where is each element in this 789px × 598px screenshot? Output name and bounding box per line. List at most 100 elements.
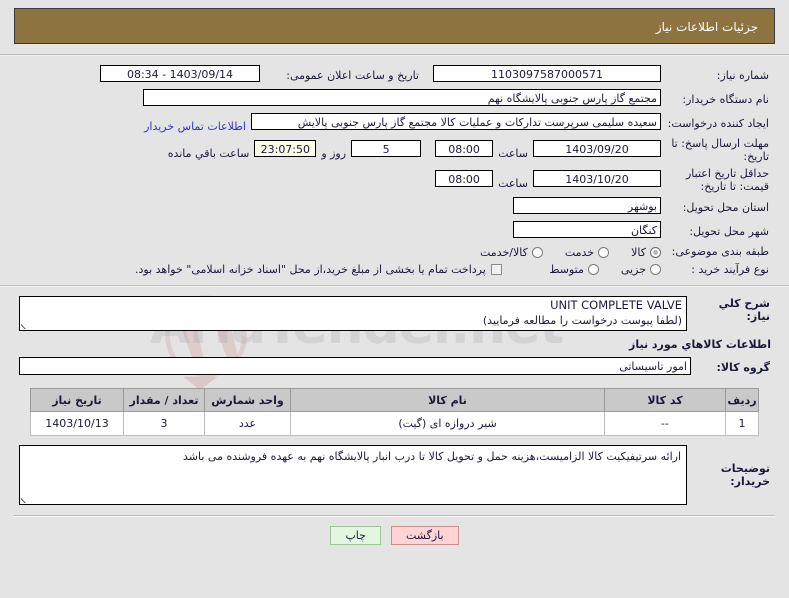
countdown-field: 23:07:50 — [254, 140, 317, 157]
creator-label: ایجاد کننده درخواست: — [667, 116, 769, 130]
goods-group-label: گروه کالا: — [716, 361, 770, 374]
cell-name: شیر دروازه ای (گیت) — [290, 411, 605, 436]
row-reply-deadline: مهلت ارسال پاسخ: تا تاریخ: 1403/09/20 ساع… — [18, 135, 771, 165]
radio-icon[interactable] — [650, 264, 661, 275]
form-grid: شماره نیاز: 1103097587000571 تاریخ و ساع… — [18, 63, 771, 278]
cell-need-date: 1403/10/13 — [30, 411, 124, 436]
process-option-motevaset-label: متوسط — [549, 263, 584, 276]
reply-deadline-time-label: ساعت — [498, 147, 528, 160]
process-option-jozi-label: جزیی — [620, 263, 646, 276]
column-header-unit: واحد شمارش — [204, 388, 291, 412]
description-row: شرح کلي نیاز: UNIT COMPLETE VALVE (لطفا … — [18, 295, 771, 332]
process-type-label: نوع فرآیند خرید : — [691, 262, 769, 276]
print-button[interactable]: چاپ — [330, 526, 381, 545]
price-validity-label: حداقل تاریخ اعتبار قیمت: تا تاریخ: — [685, 167, 769, 193]
radio-icon[interactable] — [531, 246, 543, 258]
reply-deadline-cell: 1403/09/20 ساعت 08:00 5 روز و 23:07:50 ساعت با… — [18, 135, 663, 165]
public-announce-field[interactable]: 1403/09/14 - 08:34 — [100, 65, 260, 82]
need-number-cell: 1103097587000571 — [427, 63, 663, 87]
cell-qty: 3 — [123, 411, 205, 436]
buyer-notes-row: توضیحات خریدار: ارائه سرتیفیکیت کالا الز… — [18, 444, 771, 506]
process-option-jozi[interactable]: جزیی — [621, 263, 661, 276]
goods-group-section: گروه کالا: امور تاسیساتی — [0, 351, 789, 379]
category-option-kala-khedmat[interactable]: کالا/خدمت — [480, 246, 543, 259]
buyer-org-cell: مجتمع گاز پارس جنوبی پالایشگاه نهم — [18, 87, 663, 111]
category-option-kala-label: کالا — [631, 245, 646, 259]
process-type-radio-group: جزیی متوسط — [527, 263, 661, 276]
description-line-en: UNIT COMPLETE VALVE — [550, 298, 682, 312]
cell-code: -- — [604, 411, 726, 436]
radio-icon[interactable] — [598, 246, 610, 258]
treasury-checkbox[interactable] — [490, 263, 502, 275]
radio-icon-selected[interactable] — [650, 246, 661, 258]
creator-field[interactable]: سعیده سلیمی سرپرست تدارکات و عملیات کالا… — [251, 113, 661, 130]
public-announce-label: تاریخ و ساعت اعلان عمومی: — [286, 68, 419, 82]
back-button[interactable]: بازگشت — [390, 526, 459, 545]
description-line-fa: (لطفا پیوست درخواست را مطالعه فرمایید) — [482, 314, 682, 327]
row-city: شهر محل تحویل: کنگان — [18, 219, 771, 243]
buyer-notes-cell: ارائه سرتیفیکیت کالا الزامیست،هزینه حمل … — [18, 444, 688, 506]
items-header-row: ردیف کد کالا نام کالا واحد شمارش تعداد /… — [30, 388, 759, 412]
row-price-validity: حداقل تاریخ اعتبار قیمت: تا تاریخ: 1403/… — [18, 165, 771, 195]
radio-icon[interactable] — [587, 264, 599, 275]
buyer-notes-grid: توضیحات خریدار: ارائه سرتیفیکیت کالا الز… — [18, 444, 771, 506]
row-buyer-org: نام دستگاه خریدار: مجتمع گاز پارس جنوبی … — [18, 87, 771, 111]
creator-cell: سعیده سلیمی سرپرست تدارکات و عملیات کالا… — [18, 111, 663, 135]
countdown-label: ساعت باقي مانده — [167, 147, 250, 160]
province-label: استان محل تحویل: — [682, 200, 769, 214]
province-field[interactable]: بوشهر — [513, 197, 661, 214]
remaining-days-label: روز و — [321, 147, 347, 160]
goods-group-cell: امور تاسیساتی — [18, 356, 692, 379]
buyer-notes-textarea[interactable]: ارائه سرتیفیکیت کالا الزامیست،هزینه حمل … — [19, 445, 687, 505]
goods-section-title: اطلاعات کالاهاي مورد نیاز — [629, 338, 771, 351]
buyer-org-field[interactable]: مجتمع گاز پارس جنوبی پالایشگاه نهم — [143, 89, 661, 106]
category-label: طبقه بندی موضوعی: — [671, 245, 769, 259]
items-table-container: ردیف کد کالا نام کالا واحد شمارش تعداد /… — [0, 379, 789, 436]
column-header-qty: تعداد / مقدار — [123, 388, 205, 412]
row-need-number: شماره نیاز: 1103097587000571 تاریخ و ساع… — [18, 63, 771, 87]
cell-radif: 1 — [725, 411, 759, 436]
reply-deadline-label: مهلت ارسال پاسخ: تا تاریخ: — [671, 137, 769, 163]
city-label: شهر محل تحویل: — [689, 224, 769, 238]
category-option-kala[interactable]: کالا — [631, 246, 661, 259]
city-field[interactable]: کنگان — [513, 221, 661, 238]
city-cell: کنگان — [18, 219, 663, 243]
resize-handle-icon[interactable] — [21, 320, 30, 329]
items-table-head: ردیف کد کالا نام کالا واحد شمارش تعداد /… — [30, 388, 759, 412]
category-radio-group: کالا خدمت کالا/خدمت — [458, 245, 661, 259]
process-option-motevaset[interactable]: متوسط — [549, 263, 599, 276]
category-option-kala-khedmat-label: کالا/خدمت — [480, 245, 528, 259]
row-process-type: نوع فرآیند خرید : جزیی متوسط پرداخت تمام … — [18, 261, 771, 279]
need-number-field[interactable]: 1103097587000571 — [433, 65, 661, 82]
category-option-khedmat[interactable]: خدمت — [564, 245, 610, 259]
description-section: شرح کلي نیاز: UNIT COMPLETE VALVE (لطفا … — [0, 287, 789, 332]
row-category: طبقه بندی موضوعی: کالا خدمت کالا/خدمت — [18, 243, 771, 261]
goods-group-grid: گروه کالا: امور تاسیساتی — [18, 356, 771, 379]
header-container: جزئیات اطلاعات نیاز — [0, 0, 789, 44]
buyer-contact-link[interactable]: اطلاعات تماس خریدار — [139, 120, 251, 133]
resize-handle-icon[interactable] — [21, 494, 30, 503]
remaining-days-field: 5 — [351, 140, 422, 157]
column-header-date: تاریخ نیاز — [30, 388, 124, 412]
price-validity-cell: 1403/10/20 ساعت 08:00 — [18, 165, 663, 195]
price-validity-date-field[interactable]: 1403/10/20 — [533, 170, 661, 187]
description-cell: UNIT COMPLETE VALVE (لطفا پیوست درخواست … — [18, 295, 688, 332]
buyer-org-label: نام دستگاه خریدار: — [682, 92, 769, 106]
page-title: جزئیات اطلاعات نیاز — [14, 8, 775, 44]
column-header-code: کد کالا — [604, 388, 726, 412]
goods-group-row: گروه کالا: امور تاسیساتی — [18, 356, 771, 379]
description-grid: شرح کلي نیاز: UNIT COMPLETE VALVE (لطفا … — [18, 295, 771, 332]
process-type-cell: جزیی متوسط پرداخت تمام یا بخشی از مبلغ خر… — [18, 261, 663, 279]
table-row[interactable]: 1 -- شیر دروازه ای (گیت) عدد 3 1403/10/1… — [30, 411, 759, 436]
description-textarea[interactable]: UNIT COMPLETE VALVE (لطفا پیوست درخواست … — [19, 296, 687, 331]
category-option-khedmat-label: خدمت — [564, 245, 595, 259]
price-validity-time-field[interactable]: 08:00 — [435, 170, 494, 187]
buyer-notes-text: ارائه سرتیفیکیت کالا الزامیست،هزینه حمل … — [183, 450, 681, 463]
column-header-radif: ردیف — [725, 388, 759, 412]
reply-deadline-time-field[interactable]: 08:00 — [435, 140, 494, 157]
footer-button-bar: بازگشت چاپ — [0, 517, 789, 545]
row-province: استان محل تحویل: بوشهر — [18, 195, 771, 219]
reply-deadline-date-field[interactable]: 1403/09/20 — [533, 140, 661, 157]
goods-group-field[interactable]: امور تاسیساتی — [19, 357, 691, 375]
items-table: ردیف کد کالا نام کالا واحد شمارش تعداد /… — [30, 388, 759, 436]
